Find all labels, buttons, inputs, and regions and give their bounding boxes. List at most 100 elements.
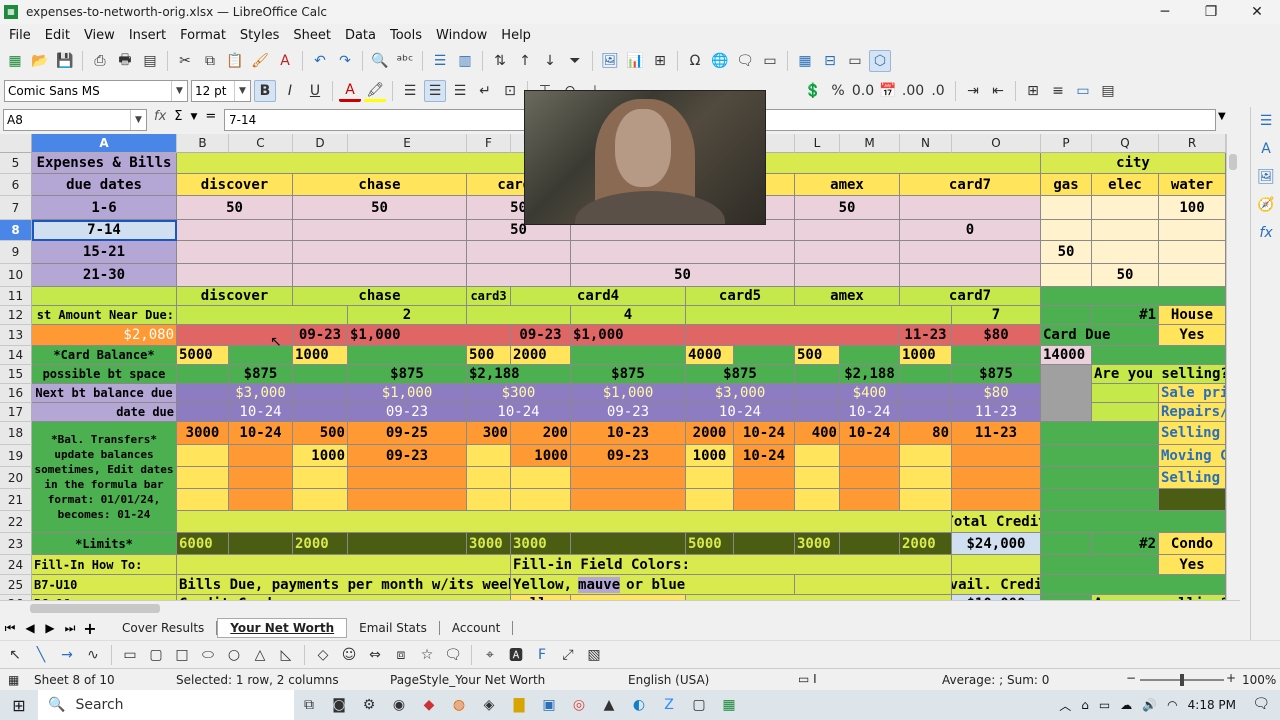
- cell-l23[interactable]: 3000: [795, 533, 840, 555]
- cell-j19[interactable]: 10-24: [734, 445, 795, 467]
- sort-ascending-icon[interactable]: ↑: [514, 50, 536, 72]
- flowchart-icon[interactable]: ⧈: [390, 644, 412, 666]
- taskbar-app-icon[interactable]: ◙: [324, 690, 354, 720]
- cell-p11[interactable]: [1041, 287, 1226, 306]
- cell-h15[interactable]: $875: [571, 365, 686, 384]
- border-style-icon[interactable]: ≡: [1047, 80, 1069, 102]
- cell-b6[interactable]: discover: [177, 174, 293, 196]
- cell-q8[interactable]: [1092, 220, 1159, 241]
- row-header-25[interactable]: 25: [0, 575, 32, 595]
- cell-e18[interactable]: 09-25: [348, 422, 467, 445]
- cell-n20[interactable]: [900, 467, 952, 489]
- border-color-icon[interactable]: ▭: [1072, 80, 1094, 102]
- cell-r10[interactable]: [1159, 264, 1226, 287]
- borders-icon[interactable]: ⊞: [1022, 80, 1044, 102]
- cell-b23[interactable]: 6000: [177, 533, 229, 555]
- cell-p13[interactable]: Card Due: [1041, 325, 1159, 346]
- tab-account[interactable]: Account: [440, 621, 514, 635]
- cell-c23[interactable]: [229, 533, 293, 555]
- cell-p9[interactable]: 50: [1041, 241, 1092, 264]
- cell-n15[interactable]: [900, 365, 952, 384]
- cell-d23[interactable]: 2000: [293, 533, 348, 555]
- zoom-app-icon[interactable]: Z: [654, 690, 684, 720]
- taskbar-app-icon[interactable]: ▢: [684, 690, 714, 720]
- settings-icon[interactable]: ⚙: [354, 690, 384, 720]
- cell-d15[interactable]: [293, 365, 348, 384]
- cell-d17[interactable]: [293, 403, 348, 422]
- cell-b20[interactable]: [177, 467, 229, 489]
- minimize-button[interactable]: ─: [1142, 0, 1188, 24]
- cell-f10[interactable]: [467, 264, 571, 287]
- save-icon[interactable]: 💾: [54, 50, 76, 72]
- cell-n21[interactable]: [900, 489, 952, 511]
- cell-q9[interactable]: [1092, 241, 1159, 264]
- row-header-17[interactable]: 17: [0, 403, 32, 422]
- row-header-7[interactable]: 7: [0, 196, 32, 220]
- cell-p6[interactable]: gas: [1041, 174, 1092, 196]
- cell-p25[interactable]: [1041, 575, 1226, 595]
- print-icon[interactable]: 🖶: [114, 50, 136, 72]
- conditional-format-icon[interactable]: ▤: [1097, 80, 1119, 102]
- task-view-icon[interactable]: ⧉: [294, 690, 324, 720]
- name-box[interactable]: A8 ▼: [3, 109, 147, 131]
- column-header-f[interactable]: F: [467, 134, 511, 153]
- cell-o24[interactable]: [952, 555, 1041, 575]
- cell-f11[interactable]: card3: [467, 287, 511, 306]
- zoom-in-icon[interactable]: +: [1226, 671, 1236, 685]
- column-header-l[interactable]: L: [795, 134, 840, 153]
- cell-h16[interactable]: $1,000: [571, 384, 686, 403]
- cell-f17[interactable]: 10-24: [467, 403, 571, 422]
- scrollbar-thumb[interactable]: [30, 604, 160, 613]
- cell-c18[interactable]: 10-24: [229, 422, 293, 445]
- cell-p7[interactable]: [1041, 196, 1092, 220]
- sum-icon[interactable]: Σ: [174, 109, 182, 124]
- special-character-icon[interactable]: Ω: [684, 50, 706, 72]
- row-header-13[interactable]: 13: [0, 325, 32, 346]
- firefox-icon[interactable]: ◍: [444, 690, 474, 720]
- cloud-icon[interactable]: ☁: [1120, 698, 1132, 712]
- cell-l16[interactable]: [795, 384, 840, 403]
- cell-m21[interactable]: [840, 489, 900, 511]
- cell-b9[interactable]: [177, 241, 293, 264]
- taskbar-clock[interactable]: 4:18 PM: [1188, 698, 1236, 712]
- define-print-area-icon[interactable]: ▦: [794, 50, 816, 72]
- cell-o19[interactable]: [952, 445, 1041, 467]
- next-sheet-icon[interactable]: ▶: [40, 621, 60, 635]
- cell-q10[interactable]: 50: [1092, 264, 1159, 287]
- autofilter-icon[interactable]: ⏷: [564, 50, 586, 72]
- split-window-icon[interactable]: ▭: [844, 50, 866, 72]
- row-header-5[interactable]: 5: [0, 153, 32, 174]
- comment-icon[interactable]: 🗨: [734, 50, 756, 72]
- redo-icon[interactable]: ↷: [334, 50, 356, 72]
- status-pagestyle[interactable]: PageStyle_Your Net Worth: [390, 673, 545, 687]
- hyperlink-icon[interactable]: 🌐: [709, 50, 731, 72]
- align-left-icon[interactable]: ☰: [399, 80, 421, 102]
- cell-c20[interactable]: [229, 467, 293, 489]
- callouts-icon[interactable]: 🗨: [442, 644, 464, 666]
- cell-h21[interactable]: [571, 489, 686, 511]
- chevron-down-icon[interactable]: ▼: [130, 110, 146, 130]
- cell-o18[interactable]: 11-23: [952, 422, 1041, 445]
- menu-format[interactable]: Format: [173, 28, 233, 43]
- cell-a24[interactable]: Fill-In How To:: [32, 555, 177, 575]
- cell-o21[interactable]: [952, 489, 1041, 511]
- cell-l17[interactable]: [795, 403, 840, 422]
- cell-d10[interactable]: [293, 264, 467, 287]
- decrease-indent-icon[interactable]: ⇤: [987, 80, 1009, 102]
- column-header-q[interactable]: Q: [1092, 134, 1159, 153]
- cell-b22[interactable]: [177, 511, 952, 533]
- cell-g19[interactable]: 1000: [511, 445, 571, 467]
- underline-icon[interactable]: U: [304, 80, 326, 102]
- cell-e16[interactable]: $1,000: [348, 384, 467, 403]
- cell-r19[interactable]: Moving C: [1159, 445, 1226, 467]
- cell-f16[interactable]: $300: [467, 384, 571, 403]
- cell-a23[interactable]: *Limits*: [32, 533, 177, 555]
- cell-r23[interactable]: Condo: [1159, 533, 1226, 555]
- styles-icon[interactable]: A: [1255, 141, 1277, 163]
- sort-icon[interactable]: ⇅: [489, 50, 511, 72]
- close-button[interactable]: ✕: [1234, 0, 1280, 24]
- cell-i15[interactable]: $875: [686, 365, 795, 384]
- cell-b19[interactable]: [177, 445, 229, 467]
- fontwork-icon[interactable]: F: [531, 644, 553, 666]
- taskbar-app-icon[interactable]: ◆: [414, 690, 444, 720]
